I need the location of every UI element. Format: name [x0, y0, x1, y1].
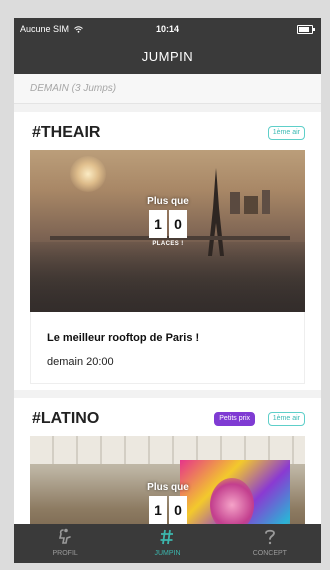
card-time: demain 20:00	[47, 356, 114, 368]
tab-profil[interactable]: PROFIL	[14, 524, 116, 563]
places-digit: 1	[149, 496, 167, 524]
status-time: 10:14	[155, 24, 180, 34]
status-bar: Aucune SIM 10:14	[14, 18, 321, 40]
tab-label: CONCEPT	[252, 550, 287, 557]
badge-price: Petits prix	[214, 412, 255, 426]
badge-tag: 1ème air	[267, 412, 305, 426]
card-description: Le meilleur rooftop de Paris !	[47, 332, 200, 344]
hashtag-icon	[116, 528, 218, 546]
question-icon	[219, 528, 321, 546]
jump-card-latino[interactable]: #LATINO Petits prix 1ème air Plus que 1 …	[14, 398, 321, 524]
places-digit: 1	[149, 210, 167, 238]
colorful-mural	[180, 460, 290, 524]
phone-screen: Aucune SIM 10:14 JUMPIN DEMAIN (3 Jumps)…	[14, 18, 321, 563]
tab-label: JUMPIN	[154, 550, 181, 557]
battery-icon	[297, 25, 315, 34]
places-counter: Plus que 1 0	[143, 482, 193, 524]
places-label: Plus que	[147, 196, 189, 207]
profile-icon	[14, 528, 116, 546]
card-title: #LATINO	[32, 410, 100, 427]
card-footer: Le meilleur rooftop de Paris ! demain 20…	[30, 312, 305, 384]
tab-jumpin[interactable]: JUMPIN	[116, 524, 218, 563]
card-title: #THEAIR	[32, 124, 101, 141]
places-counter: Plus que 1 0 PLACES !	[143, 196, 193, 247]
places-label: Plus que	[147, 482, 189, 493]
tab-bar: PROFIL JUMPIN CONCEPT	[14, 524, 321, 563]
nav-title: JUMPIN	[14, 40, 321, 74]
jump-feed[interactable]: #THEAIR 1ème air Plus que 1 0 PLACES ! L…	[14, 104, 321, 524]
digit-group: 1 0	[143, 496, 193, 524]
card-image-paris: Plus que 1 0 PLACES !	[30, 150, 305, 312]
section-header: DEMAIN (3 Jumps)	[14, 74, 321, 104]
tab-concept[interactable]: CONCEPT	[219, 524, 321, 563]
places-suffix: PLACES !	[152, 241, 184, 247]
places-digit: 0	[169, 496, 187, 524]
badge-tag: 1ème air	[267, 126, 305, 140]
card-image-latino: Plus que 1 0	[30, 436, 305, 524]
jump-card-theair[interactable]: #THEAIR 1ème air Plus que 1 0 PLACES ! L…	[14, 112, 321, 390]
places-digit: 0	[169, 210, 187, 238]
digit-group: 1 0	[143, 210, 193, 238]
tab-label: PROFIL	[52, 550, 78, 557]
